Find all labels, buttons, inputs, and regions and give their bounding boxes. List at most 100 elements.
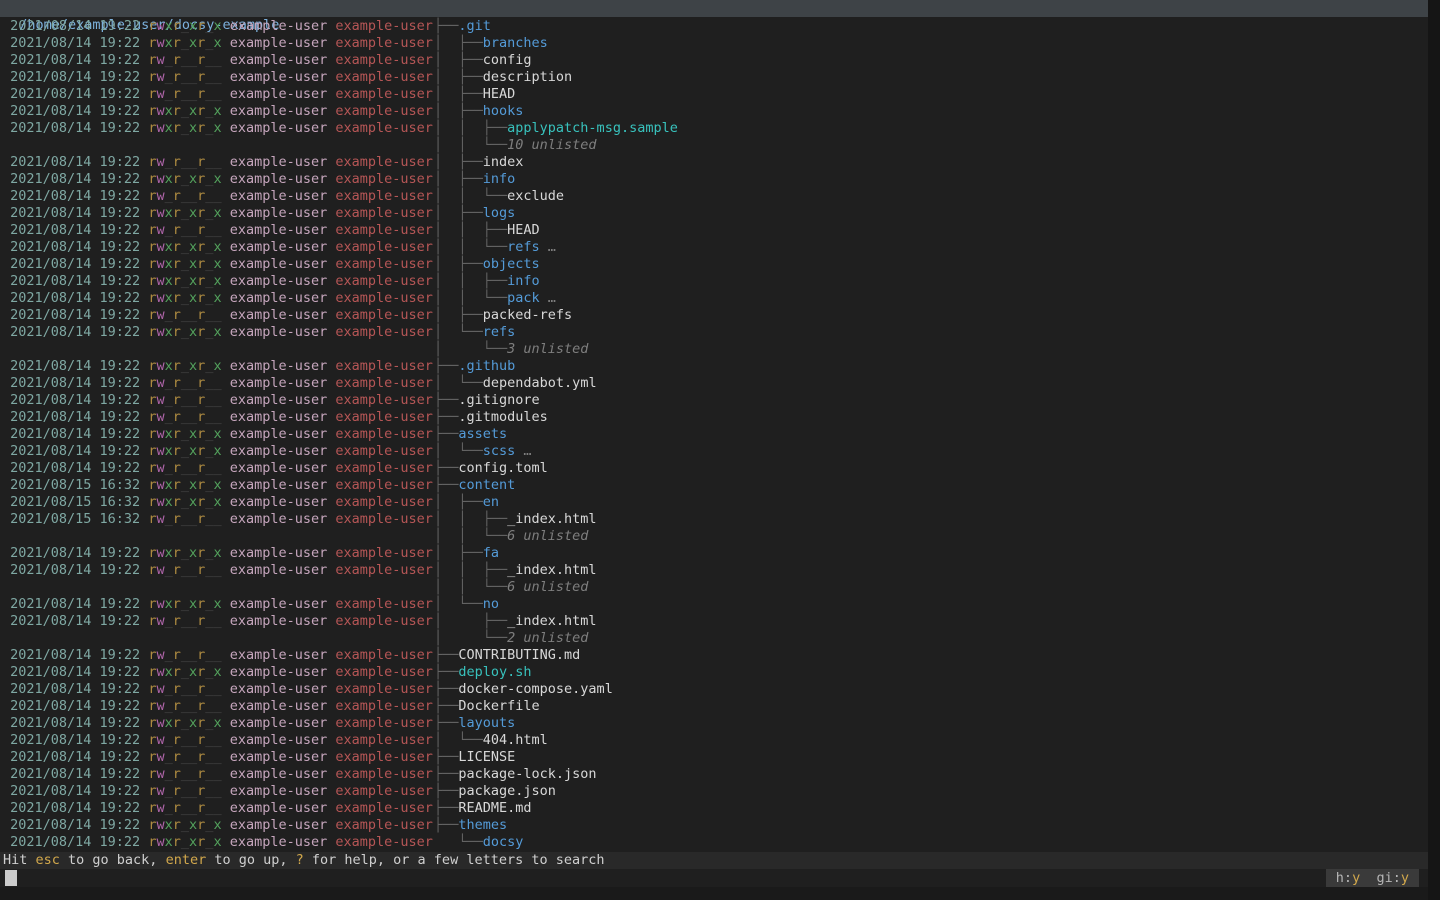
file-row[interactable]: 2021/08/14 19:22 rw_r__r__ example-user … xyxy=(0,392,1428,409)
file-row[interactable]: 2021/08/14 19:22 rw_r__r__ example-user … xyxy=(0,681,1428,698)
file-row[interactable]: 2021/08/14 19:22 rw_r__r__ example-user … xyxy=(0,375,1428,392)
file-row[interactable]: 2021/08/14 19:22 rw_r__r__ example-user … xyxy=(0,222,1428,239)
modified-datetime: 2021/08/14 19:22 xyxy=(2,256,140,272)
file-row[interactable]: 2021/08/14 19:22 rwxr_xr_x example-user … xyxy=(0,545,1428,562)
directory-name: refs xyxy=(483,324,516,340)
file-row[interactable]: 2021/08/14 19:22 rwxr_xr_x example-user … xyxy=(0,290,1428,307)
file-row[interactable]: 2021/08/14 19:22 rwxr_xr_x example-user … xyxy=(0,443,1428,460)
file-row[interactable]: 2021/08/14 19:22 rw_r__r__ example-user … xyxy=(0,647,1428,664)
file-name: CONTRIBUTING.md xyxy=(458,647,580,663)
file-row[interactable]: 2021/08/14 19:22 rw_r__r__ example-user … xyxy=(0,154,1428,171)
group-name: example-user xyxy=(335,749,433,765)
file-metadata: 2021/08/14 19:22 rw_r__r__ example-user … xyxy=(2,749,433,766)
tree-entry: ├──.gitignore xyxy=(434,392,540,409)
group-name: example-user xyxy=(335,205,433,221)
unlisted-row[interactable]: │ └──3 unlisted xyxy=(0,341,1428,358)
directory-name: info xyxy=(483,171,516,187)
file-row[interactable]: 2021/08/14 19:22 rwxr_xr_x example-user … xyxy=(0,817,1428,834)
tree-entry: ├──layouts xyxy=(434,715,515,732)
file-row[interactable]: 2021/08/14 19:22 rwxr_xr_x example-user … xyxy=(0,426,1428,443)
file-row[interactable]: 2021/08/15 16:32 rwxr_xr_x example-user … xyxy=(0,494,1428,511)
group-name: example-user xyxy=(335,698,433,714)
group-name: example-user xyxy=(335,86,433,102)
owner-name: example-user xyxy=(230,103,328,119)
file-row[interactable]: 2021/08/14 19:22 rw_r__r__ example-user … xyxy=(0,562,1428,579)
file-name: 404.html xyxy=(483,732,548,748)
file-metadata: 2021/08/14 19:22 rw_r__r__ example-user … xyxy=(2,69,433,86)
tree-branch-lines: ├── xyxy=(434,358,458,374)
directory-name: refs xyxy=(507,239,540,255)
file-row[interactable]: 2021/08/14 19:22 rwxr_xr_x example-user … xyxy=(0,834,1428,851)
file-row[interactable]: 2021/08/14 19:22 rwxr_xr_x example-user … xyxy=(0,358,1428,375)
file-row[interactable]: 2021/08/14 19:22 rw_r__r__ example-user … xyxy=(0,800,1428,817)
key-hint: esc xyxy=(36,852,60,868)
tree-entry: │ ├──_index.html xyxy=(434,613,597,630)
tree-entry: │ └──refs xyxy=(434,324,515,341)
group-name: example-user xyxy=(335,69,433,85)
file-row[interactable]: 2021/08/15 16:32 rwxr_xr_x example-user … xyxy=(0,477,1428,494)
file-row[interactable]: 2021/08/14 19:22 rwxr_xr_x example-user … xyxy=(0,324,1428,341)
unlisted-row[interactable]: │ │ └──6 unlisted xyxy=(0,579,1428,596)
file-row[interactable]: 2021/08/14 19:22 rw_r__r__ example-user … xyxy=(0,698,1428,715)
file-row[interactable]: 2021/08/14 19:22 rwxr_xr_x example-user … xyxy=(0,715,1428,732)
file-metadata: 2021/08/14 19:22 rwxr_xr_x example-user … xyxy=(2,35,433,52)
file-row[interactable]: 2021/08/14 19:22 rwxr_xr_x example-user … xyxy=(0,18,1428,35)
modified-datetime: 2021/08/15 16:32 xyxy=(2,477,140,493)
group-name: example-user xyxy=(335,35,433,51)
file-row[interactable]: 2021/08/14 19:22 rw_r__r__ example-user … xyxy=(0,783,1428,800)
root-path-bar: /home/example-user/docsy-example xyxy=(0,0,1428,17)
file-row[interactable]: 2021/08/14 19:22 rw_r__r__ example-user … xyxy=(0,188,1428,205)
file-metadata: 2021/08/14 19:22 rwxr_xr_x example-user … xyxy=(2,103,433,120)
file-row[interactable]: 2021/08/14 19:22 rw_r__r__ example-user … xyxy=(0,766,1428,783)
permissions: rw_r__r__ xyxy=(148,749,221,765)
tree-entry: │ │ └──6 unlisted xyxy=(434,528,588,545)
owner-name: example-user xyxy=(230,35,328,51)
file-row[interactable]: 2021/08/14 19:22 rwxr_xr_x example-user … xyxy=(0,273,1428,290)
file-name: .gitmodules xyxy=(458,409,547,425)
file-row[interactable]: 2021/08/14 19:22 rwxr_xr_x example-user … xyxy=(0,205,1428,222)
file-row[interactable]: 2021/08/14 19:22 rw_r__r__ example-user … xyxy=(0,613,1428,630)
tree-entry: ├──config.toml xyxy=(434,460,548,477)
file-row[interactable]: 2021/08/14 19:22 rwxr_xr_x example-user … xyxy=(0,256,1428,273)
toggle-flags[interactable]: h:y gi:y xyxy=(1326,869,1419,887)
file-row[interactable]: 2021/08/14 19:22 rw_r__r__ example-user … xyxy=(0,460,1428,477)
tree-entry: ├──README.md xyxy=(434,800,532,817)
file-metadata: 2021/08/15 16:32 rw_r__r__ example-user … xyxy=(2,511,433,528)
modified-datetime: 2021/08/14 19:22 xyxy=(2,103,140,119)
unlisted-row[interactable]: │ │ └──6 unlisted xyxy=(0,528,1428,545)
modified-datetime: 2021/08/14 19:22 xyxy=(2,596,140,612)
permissions: rw_r__r__ xyxy=(148,511,221,527)
search-input-line[interactable]: h:y gi:y xyxy=(0,869,1440,887)
file-row[interactable]: 2021/08/14 19:22 rw_r__r__ example-user … xyxy=(0,52,1428,69)
owner-name: example-user xyxy=(230,783,328,799)
file-metadata: 2021/08/15 16:32 rwxr_xr_x example-user … xyxy=(2,494,433,511)
modified-datetime: 2021/08/15 16:32 xyxy=(2,494,140,510)
group-name: example-user xyxy=(335,511,433,527)
permissions: rwxr_xr_x xyxy=(148,35,221,51)
unlisted-row[interactable]: │ │ └──10 unlisted xyxy=(0,137,1428,154)
file-row[interactable]: 2021/08/14 19:22 rw_r__r__ example-user … xyxy=(0,409,1428,426)
file-row[interactable]: 2021/08/14 19:22 rw_r__r__ example-user … xyxy=(0,732,1428,749)
file-row[interactable]: 2021/08/14 19:22 rw_r__r__ example-user … xyxy=(0,749,1428,766)
file-row[interactable]: 2021/08/14 19:22 rwxr_xr_x example-user … xyxy=(0,120,1428,137)
permissions: rw_r__r__ xyxy=(148,800,221,816)
file-row[interactable]: 2021/08/14 19:22 rwxr_xr_x example-user … xyxy=(0,171,1428,188)
file-row[interactable]: 2021/08/14 19:22 rwxr_xr_x example-user … xyxy=(0,239,1428,256)
modified-datetime: 2021/08/14 19:22 xyxy=(2,647,140,663)
file-row[interactable]: 2021/08/14 19:22 rw_r__r__ example-user … xyxy=(0,307,1428,324)
file-row[interactable]: 2021/08/15 16:32 rw_r__r__ example-user … xyxy=(0,511,1428,528)
file-row[interactable]: 2021/08/14 19:22 rw_r__r__ example-user … xyxy=(0,86,1428,103)
file-row[interactable]: 2021/08/14 19:22 rwxr_xr_x example-user … xyxy=(0,664,1428,681)
tree-branch-lines: ├── xyxy=(434,664,458,680)
file-row[interactable]: 2021/08/14 19:22 rwxr_xr_x example-user … xyxy=(0,596,1428,613)
file-metadata: 2021/08/14 19:22 rw_r__r__ example-user … xyxy=(2,732,433,749)
file-row[interactable]: 2021/08/14 19:22 rwxr_xr_x example-user … xyxy=(0,103,1428,120)
permissions: rw_r__r__ xyxy=(148,307,221,323)
file-row[interactable]: 2021/08/14 19:22 rw_r__r__ example-user … xyxy=(0,69,1428,86)
group-name: example-user xyxy=(335,800,433,816)
file-row[interactable]: 2021/08/14 19:22 rwxr_xr_x example-user … xyxy=(0,35,1428,52)
unlisted-row[interactable]: │ └──2 unlisted xyxy=(0,630,1428,647)
modified-datetime: 2021/08/14 19:22 xyxy=(2,375,140,391)
file-metadata: 2021/08/14 19:22 rwxr_xr_x example-user … xyxy=(2,596,433,613)
modified-datetime: 2021/08/14 19:22 xyxy=(2,409,140,425)
